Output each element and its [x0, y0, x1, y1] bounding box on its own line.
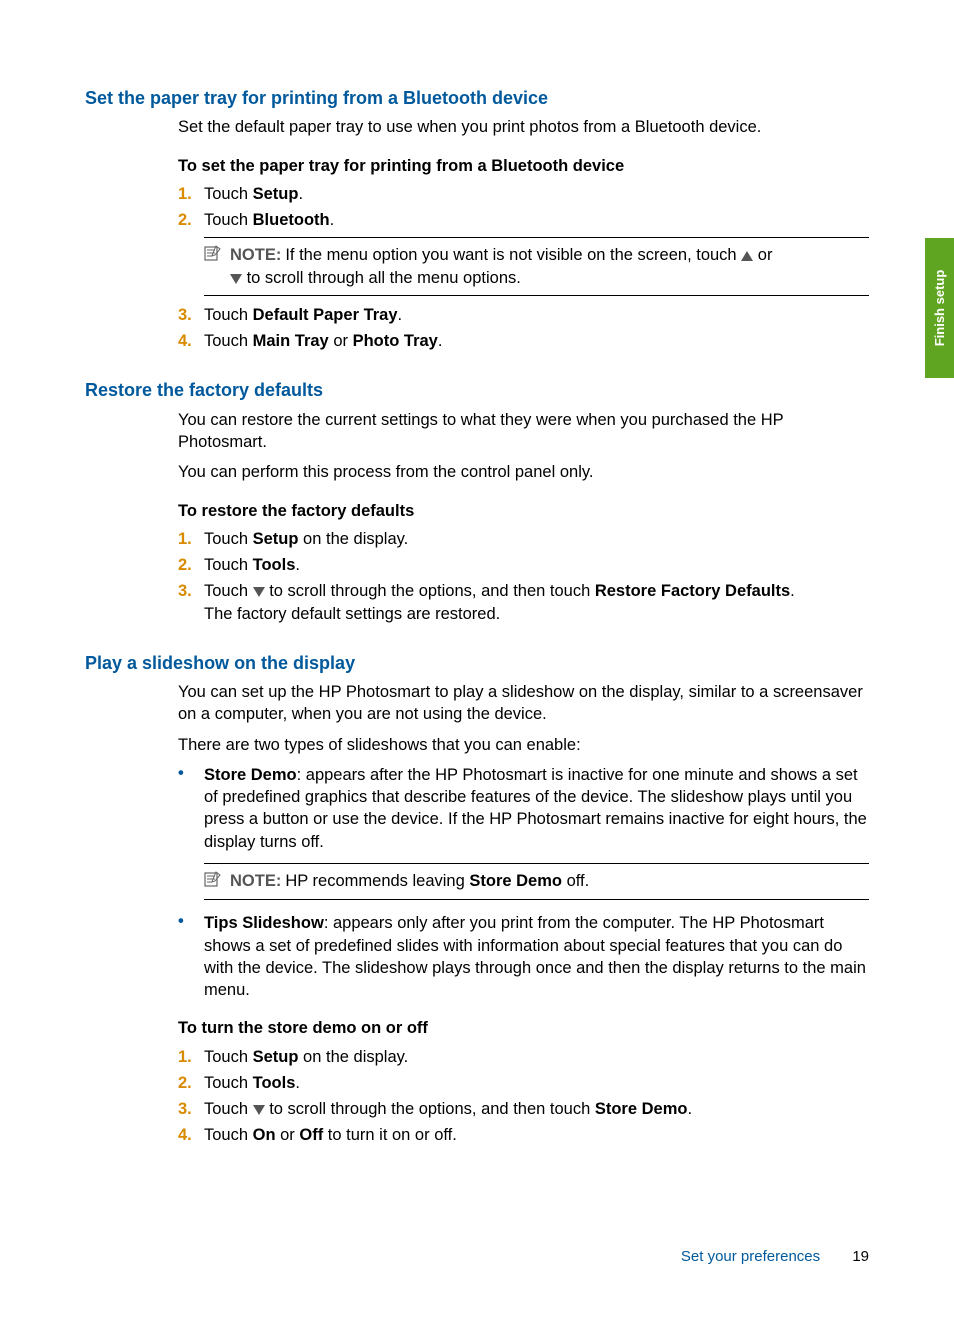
list-item: • Store Demo: appears after the HP Photo… — [178, 764, 869, 900]
step-number: 4. — [178, 330, 204, 352]
step-text: Touch to scroll through the options, and… — [204, 580, 869, 625]
section-body: Set the default paper tray to use when y… — [178, 116, 869, 352]
section-slideshow: Play a slideshow on the display You can … — [85, 651, 869, 1147]
step-text: Touch to scroll through the options, and… — [204, 1098, 869, 1120]
intro-text: You can perform this process from the co… — [178, 461, 869, 483]
note-icon — [204, 245, 222, 267]
step-text: Touch Default Paper Tray. — [204, 304, 869, 326]
step-text: Touch Main Tray or Photo Tray. — [204, 330, 869, 352]
step-text: Touch Setup. — [204, 183, 869, 205]
step-number: 2. — [178, 1072, 204, 1094]
procedure-heading: To restore the factory defaults — [178, 500, 869, 522]
list-item: 3. Touch to scroll through the options, … — [178, 580, 869, 625]
step-text: Touch Tools. — [204, 1072, 869, 1094]
step-number: 3. — [178, 580, 204, 602]
list-item: 4. Touch Main Tray or Photo Tray. — [178, 330, 869, 352]
list-item: 2. Touch Tools. — [178, 554, 869, 576]
footer-page-number: 19 — [852, 1248, 869, 1265]
section-body: You can restore the current settings to … — [178, 409, 869, 625]
note-icon — [204, 871, 222, 893]
section-restore-defaults: Restore the factory defaults You can res… — [85, 378, 869, 624]
step-list: 1. Touch Setup on the display. 2. Touch … — [178, 1046, 869, 1147]
step-number: 2. — [178, 209, 204, 231]
note-text: NOTE:HP recommends leaving Store Demo of… — [230, 870, 869, 892]
bullet-list: • Store Demo: appears after the HP Photo… — [178, 764, 869, 1001]
step-number: 3. — [178, 1098, 204, 1120]
step-number: 3. — [178, 304, 204, 326]
intro-text: You can restore the current settings to … — [178, 409, 869, 454]
step-list: 1. Touch Setup on the display. 2. Touch … — [178, 528, 869, 625]
note-box: NOTE:If the menu option you want is not … — [204, 237, 869, 296]
step-text: Touch Setup on the display. — [204, 528, 869, 550]
bullet-text: Tips Slideshow: appears only after you p… — [204, 912, 869, 1001]
bullet-marker: • — [178, 912, 204, 932]
triangle-up-icon — [741, 251, 753, 261]
section-bluetooth-tray: Set the paper tray for printing from a B… — [85, 86, 869, 352]
bullet-marker: • — [178, 764, 204, 853]
step-number: 4. — [178, 1124, 204, 1146]
intro-text: Set the default paper tray to use when y… — [178, 116, 869, 138]
list-item: 1. Touch Setup. — [178, 183, 869, 205]
step-text: Touch Bluetooth. — [204, 209, 869, 231]
section-heading: Set the paper tray for printing from a B… — [85, 86, 869, 110]
list-item: 3. Touch Default Paper Tray. — [178, 304, 869, 326]
triangle-down-icon — [230, 274, 242, 284]
triangle-down-icon — [253, 1105, 265, 1115]
list-item: 3. Touch to scroll through the options, … — [178, 1098, 869, 1120]
step-number: 1. — [178, 183, 204, 205]
intro-text: There are two types of slideshows that y… — [178, 734, 869, 756]
step-text: Touch On or Off to turn it on or off. — [204, 1124, 869, 1146]
step-text: Touch Setup on the display. — [204, 1046, 869, 1068]
list-item: • Tips Slideshow: appears only after you… — [178, 912, 869, 1001]
note-text: NOTE:If the menu option you want is not … — [230, 244, 869, 289]
section-body: You can set up the HP Photosmart to play… — [178, 681, 869, 1147]
list-item: 1. Touch Setup on the display. — [178, 1046, 869, 1068]
list-item: 2. Touch Bluetooth. NOTE:If the menu opt… — [178, 209, 869, 296]
procedure-heading: To set the paper tray for printing from … — [178, 155, 869, 177]
intro-text: You can set up the HP Photosmart to play… — [178, 681, 869, 726]
page-footer: Set your preferences 19 — [681, 1247, 869, 1267]
footer-section-label: Set your preferences — [681, 1248, 820, 1265]
list-item: 1. Touch Setup on the display. — [178, 528, 869, 550]
section-heading: Restore the factory defaults — [85, 378, 869, 402]
procedure-heading: To turn the store demo on or off — [178, 1017, 869, 1039]
page-content: Set the paper tray for printing from a B… — [0, 0, 954, 1147]
step-number: 1. — [178, 528, 204, 550]
bullet-text: Store Demo: appears after the HP Photosm… — [204, 764, 869, 853]
step-number: 1. — [178, 1046, 204, 1068]
list-item: 2. Touch Tools. — [178, 1072, 869, 1094]
section-heading: Play a slideshow on the display — [85, 651, 869, 675]
step-number: 2. — [178, 554, 204, 576]
note-box: NOTE:HP recommends leaving Store Demo of… — [204, 863, 869, 900]
step-list: 1. Touch Setup. 2. Touch Bluetooth. — [178, 183, 869, 353]
step-text: Touch Tools. — [204, 554, 869, 576]
list-item: 4. Touch On or Off to turn it on or off. — [178, 1124, 869, 1146]
triangle-down-icon — [253, 587, 265, 597]
